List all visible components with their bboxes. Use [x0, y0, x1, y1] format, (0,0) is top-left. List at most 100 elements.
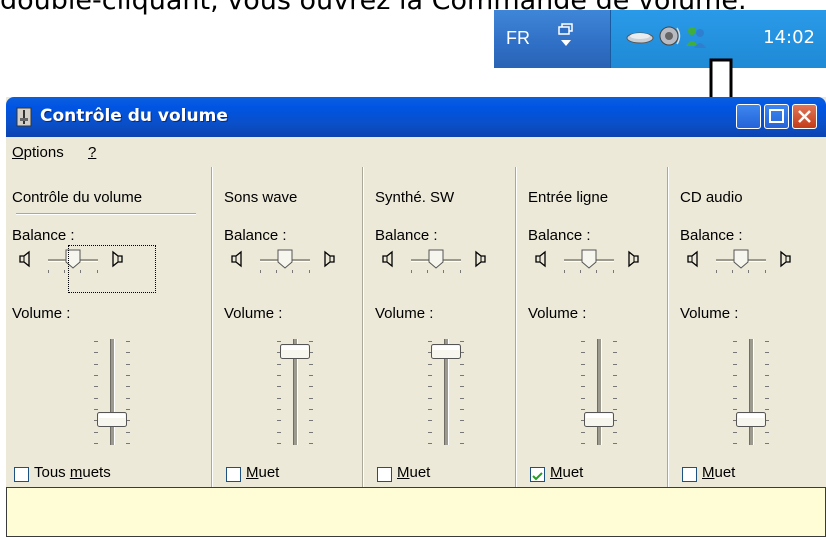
channel-separator: [667, 167, 669, 487]
volume-tick: [613, 386, 617, 387]
mixer-channel: Entrée ligne Balance : Volume : Muet: [516, 167, 668, 485]
volume-tick: [309, 375, 313, 376]
balance-slider-thumb[interactable]: [428, 249, 444, 269]
minimize-button[interactable]: [736, 104, 761, 129]
volume-control-window: Contrôle du volume Options ? Contrôle du…: [6, 97, 826, 537]
volume-tick: [428, 386, 432, 387]
balance-slider-thumb[interactable]: [581, 249, 597, 269]
volume-slider-thumb[interactable]: [431, 343, 461, 359]
balance-label: Balance :: [12, 227, 75, 244]
volume-tick: [613, 375, 617, 376]
maximize-icon: [769, 109, 784, 123]
mute-label[interactable]: Muet: [246, 464, 279, 481]
volume-tick: [428, 443, 432, 444]
mute-accel: M: [550, 464, 563, 481]
volume-tick: [309, 364, 313, 365]
volume-tick: [765, 409, 769, 410]
mute-label[interactable]: Tous muets: [34, 464, 111, 481]
mute-label[interactable]: Muet: [550, 464, 583, 481]
volume-slider-thumb[interactable]: [584, 411, 614, 427]
mute-checkbox[interactable]: [530, 467, 545, 482]
balance-tick: [748, 270, 749, 273]
volume-tick: [460, 375, 464, 376]
speaker-right-icon: [628, 250, 639, 268]
volume-tick: [733, 375, 737, 376]
volume-tick: [309, 386, 313, 387]
volume-tick: [94, 409, 98, 410]
volume-tick: [613, 398, 617, 399]
volume-tick: [581, 398, 585, 399]
mute-accel: M: [702, 464, 715, 481]
messenger-icon[interactable]: [683, 24, 707, 48]
mute-prefix: Tous: [34, 464, 70, 481]
mute-accel: M: [397, 464, 410, 481]
volume-tick: [613, 364, 617, 365]
channel-title: Contrôle du volume: [12, 189, 143, 206]
volume-tick: [581, 352, 585, 353]
balance-slider-thumb[interactable]: [277, 249, 293, 269]
network-icon[interactable]: [625, 24, 654, 48]
volume-tick: [277, 341, 281, 342]
checkmark-icon: [532, 472, 543, 481]
mute-rest: uets: [82, 464, 111, 481]
volume-tick: [94, 443, 98, 444]
volume-tick: [460, 420, 464, 421]
volume-tick: [733, 432, 737, 433]
volume-tick: [581, 409, 585, 410]
volume-tick: [581, 443, 585, 444]
volume-tick: [126, 341, 130, 342]
status-bar: [6, 487, 826, 537]
volume-tick: [733, 398, 737, 399]
channel-title: CD audio: [680, 189, 743, 206]
maximize-button[interactable]: [764, 104, 789, 129]
volume-slider-thumb[interactable]: [97, 411, 127, 427]
volume-tick: [733, 341, 737, 342]
channel-separator: [211, 167, 213, 487]
balance-slider-thumb[interactable]: [733, 249, 749, 269]
title-bar[interactable]: Contrôle du volume: [6, 97, 826, 137]
menu-options[interactable]: Options: [12, 144, 64, 161]
volume-tick: [765, 398, 769, 399]
channel-title: Entrée ligne: [528, 189, 609, 206]
volume-tick: [428, 432, 432, 433]
volume-tick: [428, 341, 432, 342]
volume-tick: [613, 341, 617, 342]
balance-tick: [64, 270, 65, 273]
volume-tick: [309, 409, 313, 410]
volume-tick: [428, 420, 432, 421]
language-indicator[interactable]: FR: [506, 28, 530, 49]
mixer-channel: Synthé. SW Balance : Volume : Muet: [363, 167, 516, 485]
close-button[interactable]: [792, 104, 817, 129]
mixer-channel: CD audio Balance : Volume : Muet: [668, 167, 826, 485]
balance-label: Balance :: [680, 227, 743, 244]
volume-icon[interactable]: [657, 24, 681, 48]
close-icon: [798, 110, 811, 123]
volume-track[interactable]: [749, 339, 754, 445]
speaker-right-icon: [475, 250, 486, 268]
volume-tick: [94, 352, 98, 353]
mute-label[interactable]: Muet: [702, 464, 735, 481]
mute-checkbox[interactable]: [14, 467, 29, 482]
volume-tick: [613, 409, 617, 410]
volume-track[interactable]: [110, 339, 115, 445]
volume-tick: [460, 364, 464, 365]
menu-help[interactable]: ?: [88, 144, 96, 161]
balance-tick: [309, 270, 310, 273]
window-title: Contrôle du volume: [40, 106, 228, 126]
volume-tick: [277, 443, 281, 444]
volume-tick: [428, 375, 432, 376]
volume-tick: [765, 364, 769, 365]
volume-slider-thumb[interactable]: [736, 411, 766, 427]
volume-tick: [765, 443, 769, 444]
mute-checkbox[interactable]: [226, 467, 241, 482]
mute-checkbox[interactable]: [682, 467, 697, 482]
mute-checkbox[interactable]: [377, 467, 392, 482]
mute-accel: M: [246, 464, 259, 481]
volume-slider-thumb[interactable]: [280, 343, 310, 359]
volume-track[interactable]: [597, 339, 602, 445]
mute-label[interactable]: Muet: [397, 464, 430, 481]
volume-tick: [94, 375, 98, 376]
clock[interactable]: 14:02: [763, 27, 815, 48]
keyboard-layout-icon[interactable]: [556, 22, 576, 50]
volume-tick: [460, 398, 464, 399]
